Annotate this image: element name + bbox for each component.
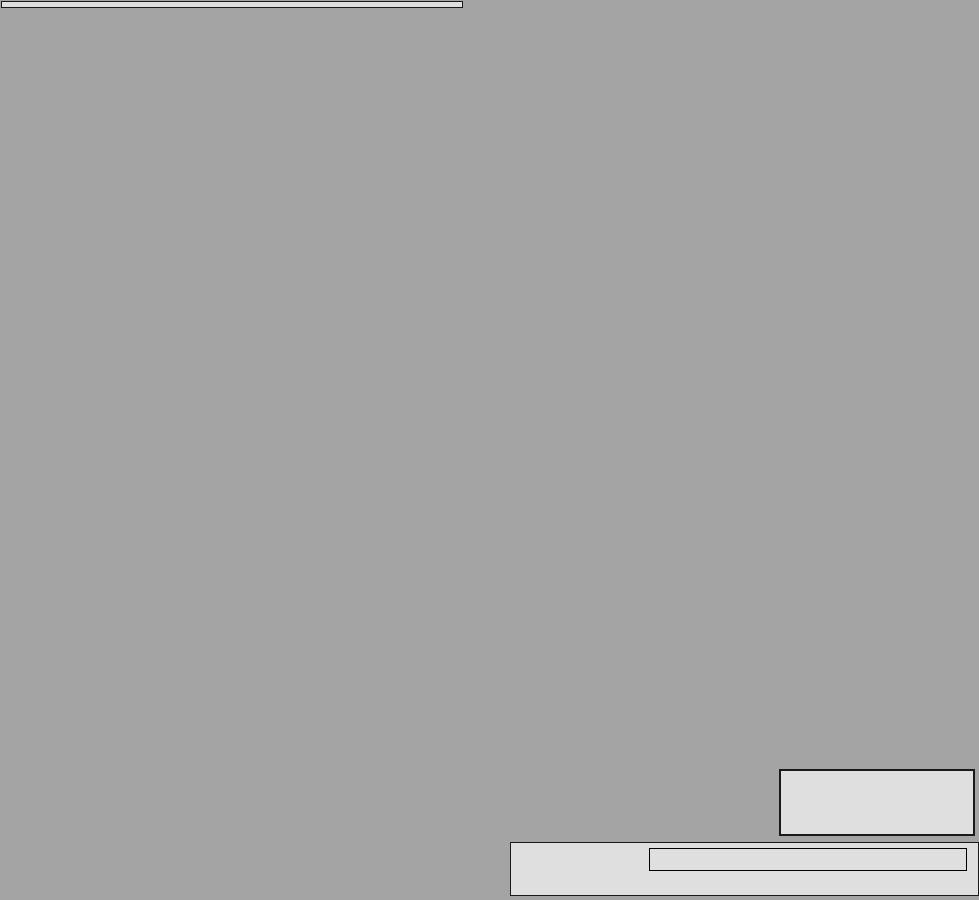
wind-speed-legend	[779, 769, 975, 836]
map-canvas	[0, 0, 979, 900]
map-title-box	[1, 1, 463, 8]
cape-colorbar	[649, 848, 967, 871]
weather-map-page	[0, 0, 979, 900]
cape-colorbar-legend	[510, 842, 979, 896]
